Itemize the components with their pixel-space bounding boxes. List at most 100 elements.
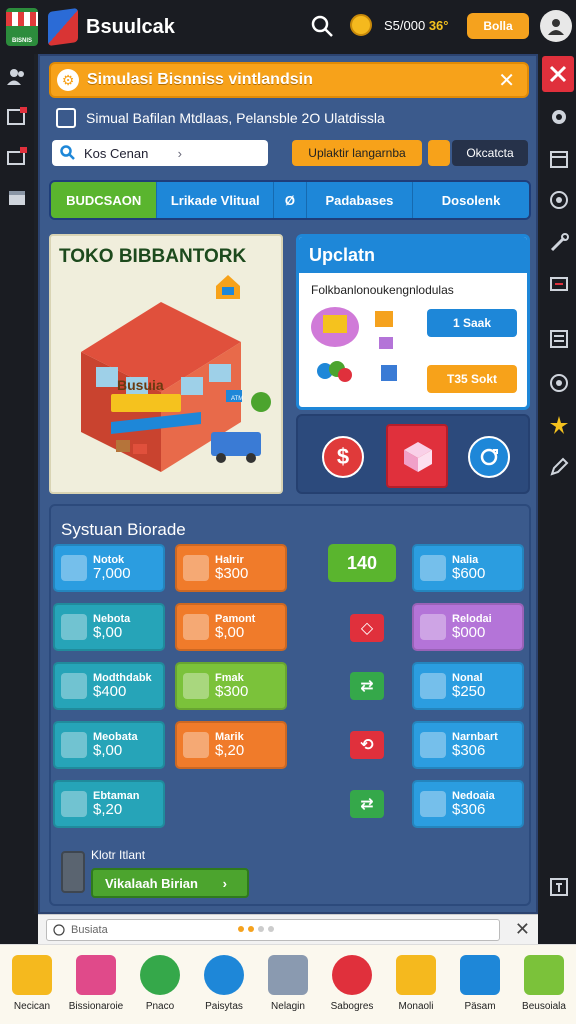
refresh-icon [480,448,498,466]
inbox-icon[interactable] [6,106,28,128]
items-illustration [311,307,397,382]
left-card[interactable]: Ebtaman $,20 [53,780,165,828]
right-card[interactable]: Nalia $600 [412,544,524,592]
item-icon [420,614,446,640]
right-card[interactable]: Relodai $000 [412,603,524,651]
dock-label: Sabogres [330,1001,374,1012]
users-icon[interactable] [6,66,28,88]
action-button-red[interactable]: ◇ [350,614,384,642]
card-price: $600 [452,564,486,582]
info-icon [53,924,65,936]
left-sidebar [0,54,34,932]
update-button-primary[interactable]: 1 Saak [427,309,517,337]
money-prefix: S5/000 [384,18,426,33]
card-price: $,00 [93,741,123,759]
tab-circle[interactable]: Ø [274,182,307,218]
right-card[interactable]: Nedoaia $306 [412,780,524,828]
item-icon [420,791,446,817]
box-icon[interactable] [6,186,28,208]
crate-icon [12,955,52,995]
item-icon [183,732,209,758]
card-price: $,20 [93,800,123,818]
left-card[interactable]: Notok 7,000 [53,544,165,592]
avatar[interactable] [540,10,572,42]
list-icon[interactable] [548,328,570,350]
leaf-icon [140,955,180,995]
item-icon [183,673,209,699]
coin-icon [350,14,372,36]
action-button-green[interactable]: ⇄ [350,790,384,818]
top-bar: BISNIS Bsuulcak S5/000 36° Bolla [0,0,576,54]
card-name: Nedoaia [452,789,495,802]
tab-budcsaon[interactable]: BUDCSAON [51,182,158,218]
card-name: Notok [93,553,125,566]
top-action-button[interactable]: Bolla [467,13,529,39]
edit-icon[interactable] [548,456,570,478]
mid-card[interactable]: Marik $,20 [175,721,287,769]
search-icon [60,145,75,160]
action-button-green[interactable]: ⇄ [350,672,384,700]
store-card[interactable]: TOKO BIBBANTORK ATM Busuia [49,234,283,494]
gear-icon[interactable] [548,106,570,128]
dock-item[interactable]: Pnaco [128,945,192,1024]
orange-toggle-button[interactable] [428,140,450,166]
refresh-button[interactable] [468,436,510,478]
menu-icon [549,65,567,83]
top-action-label: Bolla [483,19,513,33]
dock-item[interactable]: Beusoiala [512,945,576,1024]
tab-padabases[interactable]: Padabases [306,182,414,218]
dollar-button[interactable]: $ [322,436,364,478]
terminal-icon[interactable] [548,876,570,898]
right-card[interactable]: Narnbart $306 [412,721,524,769]
dock-item[interactable]: Necican [0,945,64,1024]
right-card[interactable]: Nonal $250 [412,662,524,710]
card-price: $400 [93,682,127,700]
close-icon[interactable]: ✕ [498,68,515,93]
browser-bar: Busiata ✕ [38,914,538,944]
tab-lrikade-vlitual[interactable]: Lrikade Vlitual [157,182,275,218]
search-icon[interactable] [310,14,334,38]
card-price: $306 [452,741,486,759]
left-card[interactable]: Modthdabk $400 [53,662,165,710]
card-name: Nalia [452,553,479,566]
chat-icon[interactable] [548,190,570,212]
store-icon-label: BISNIS [11,38,32,44]
dock-item[interactable]: Paisytas [192,945,256,1024]
mid-card[interactable]: Pamont $,00 [175,603,287,651]
action-button-red[interactable]: ⟲ [350,731,384,759]
item-icon [420,732,446,758]
tab-dosolenk[interactable]: Dosolenk [413,182,529,218]
dock-item[interactable]: Päsam [448,945,512,1024]
page-dots [238,926,274,932]
refresh-icon[interactable] [548,372,570,394]
close-icon[interactable]: ✕ [515,919,530,940]
star-icon[interactable] [548,414,570,436]
gift-button[interactable] [386,424,448,488]
item-icon [420,555,446,581]
left-card[interactable]: Meobata $,00 [53,721,165,769]
dock-item[interactable]: Nelagin [256,945,320,1024]
view-button[interactable]: Vikalaah Birian › [91,868,249,898]
update-button-secondary[interactable]: T35 Sokt [427,365,517,393]
left-card[interactable]: Nebota $,00 [53,603,165,651]
card-name: Marik [215,730,244,743]
primary-button[interactable]: Uplaktir langarnba [292,140,422,166]
secondary-button[interactable]: Okcatcta [452,140,528,166]
mail-icon[interactable] [6,146,28,168]
dock-item[interactable]: Sabogres [320,945,384,1024]
folder-icon [396,955,436,995]
calendar-icon[interactable] [548,148,570,170]
key-icon [332,955,372,995]
search-input[interactable]: Kos Cenan › [52,140,268,166]
dock-item[interactable]: Bissionaroie [64,945,128,1024]
tools-icon[interactable] [548,232,570,254]
item-icon [61,791,87,817]
screen-icon[interactable] [548,274,570,296]
mid-card[interactable]: Fmak $300 [175,662,287,710]
store-building-illustration: ATM [81,302,271,472]
store-icon[interactable]: BISNIS [6,8,38,46]
menu-button[interactable] [542,56,574,92]
mid-card[interactable]: Halrir $300 [175,544,287,592]
dock-item[interactable]: Monaoli [384,945,448,1024]
remote-icon [61,851,85,893]
